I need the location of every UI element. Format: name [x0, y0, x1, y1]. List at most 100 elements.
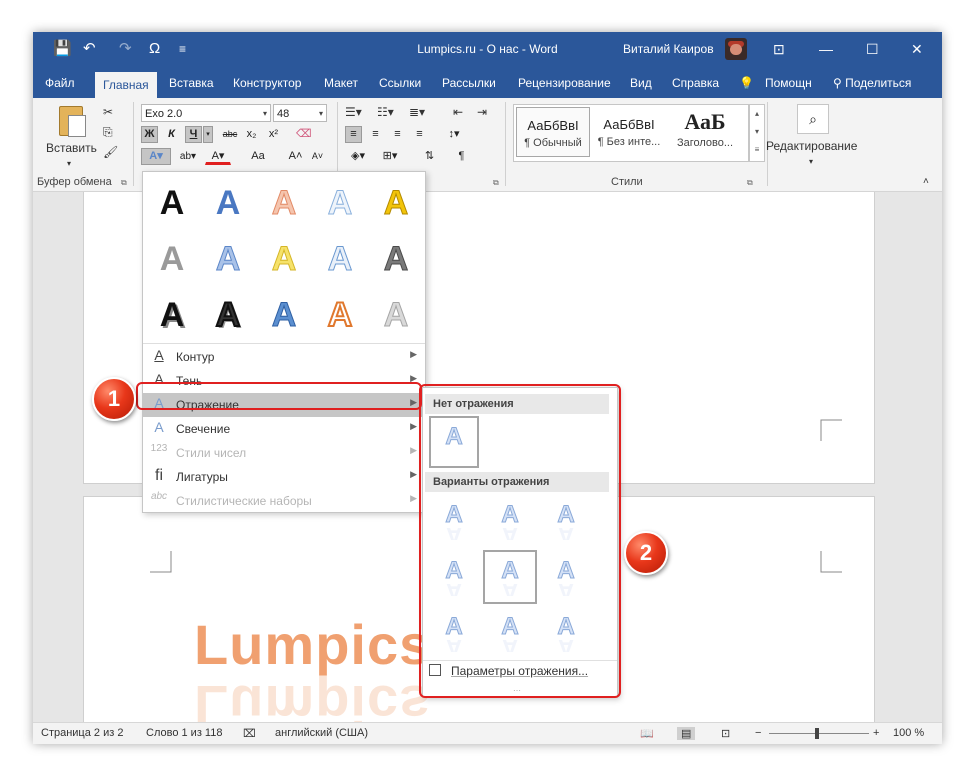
web-layout-icon[interactable]: ⊡	[721, 727, 730, 740]
multilevel-list-icon[interactable]: ≣▾	[409, 104, 425, 120]
font-name-combo[interactable]: Exo 2.0 ▾	[141, 104, 271, 122]
paste-label[interactable]: Вставить	[46, 140, 97, 156]
font-size-combo[interactable]: 48 ▾	[273, 104, 327, 122]
subscript-button[interactable]: x₂	[243, 126, 260, 143]
decrease-indent-icon[interactable]: ⇤	[453, 104, 463, 120]
editing-button[interactable]: Редактирование	[766, 138, 857, 154]
menu-item-outline[interactable]: A Контур ▶	[143, 345, 425, 369]
shrink-font-button[interactable]: A˅	[309, 148, 326, 165]
zoom-out-button[interactable]: −	[755, 727, 761, 739]
numbering-icon[interactable]: ☷▾	[377, 104, 394, 120]
tab-mailings[interactable]: Рассылки	[442, 76, 496, 90]
show-marks-icon[interactable]: ¶	[453, 148, 470, 165]
effect-preset[interactable]: A	[261, 292, 307, 338]
highlight-color-button[interactable]: ab▾	[175, 148, 201, 165]
tab-references[interactable]: Ссылки	[379, 76, 421, 90]
close-button[interactable]: ✕	[911, 41, 923, 57]
paste-chevron-icon[interactable]: ▾	[67, 156, 71, 172]
style-normal[interactable]: АаБбВвI ¶ Обычный	[516, 107, 590, 157]
editing-chevron-icon[interactable]: ▾	[809, 154, 813, 170]
effect-preset[interactable]: A	[149, 236, 195, 282]
menu-item-glow[interactable]: A Свечение ▶	[143, 417, 425, 441]
effect-preset[interactable]: A	[205, 180, 251, 226]
zoom-in-button[interactable]: +	[873, 727, 879, 739]
print-layout-icon[interactable]: ▤	[677, 727, 696, 740]
page-count[interactable]: Страница 2 из 2	[41, 727, 123, 739]
menu-item-label: Свечение	[176, 422, 231, 436]
bullets-icon[interactable]: ☰▾	[345, 104, 362, 120]
zoom-slider[interactable]	[769, 728, 869, 739]
effect-preset[interactable]: A	[205, 236, 251, 282]
align-center-button[interactable]: ≡	[367, 126, 384, 143]
zoom-slider-thumb[interactable]	[815, 728, 819, 739]
tab-file[interactable]: Файл	[45, 76, 75, 90]
search-icon[interactable]: ⌕	[797, 104, 829, 134]
grow-font-button[interactable]: A˄	[287, 148, 304, 165]
align-right-button[interactable]: ≡	[389, 126, 406, 143]
strikethrough-button[interactable]: abc	[219, 126, 241, 143]
change-case-button[interactable]: Aa	[243, 148, 273, 165]
copy-icon[interactable]: ⎘	[103, 124, 113, 140]
tab-help[interactable]: Справка	[672, 76, 719, 90]
justify-button[interactable]: ≡	[411, 126, 428, 143]
number-styles-icon: 123	[150, 443, 168, 454]
word-count[interactable]: Слово 1 из 118	[146, 727, 222, 739]
effect-preset[interactable]: A	[373, 180, 419, 226]
underline-chevron-icon[interactable]: ▾	[203, 126, 213, 143]
align-left-button[interactable]: ≡	[345, 126, 362, 143]
cut-icon[interactable]: ✂	[103, 104, 113, 120]
effect-preset[interactable]: A	[205, 292, 251, 338]
effect-preset[interactable]: A	[373, 236, 419, 282]
tab-insert[interactable]: Вставка	[169, 76, 214, 90]
avatar[interactable]	[725, 38, 747, 60]
tab-layout[interactable]: Макет	[324, 76, 358, 90]
effect-preset[interactable]: A	[149, 292, 195, 338]
increase-indent-icon[interactable]: ⇥	[477, 104, 487, 120]
effect-preset[interactable]: A	[317, 180, 363, 226]
sort-icon[interactable]: ⇅	[421, 148, 438, 165]
effect-preset[interactable]: A	[317, 236, 363, 282]
text-effects-button[interactable]: A▾	[141, 148, 171, 165]
language-indicator[interactable]: английский (США)	[275, 727, 368, 739]
lightbulb-icon[interactable]: 💡	[739, 76, 754, 90]
collapse-ribbon-icon[interactable]: ˄	[923, 174, 929, 190]
ribbon-display-icon[interactable]: ⊡	[773, 41, 785, 57]
tab-home[interactable]: Главная	[95, 72, 157, 98]
maximize-button[interactable]: ☐	[866, 41, 879, 57]
style-sample: АаБбВвI	[603, 117, 655, 132]
menu-item-ligatures[interactable]: fi Лигатуры ▶	[143, 465, 425, 489]
tab-tell-me[interactable]: Помощн	[765, 76, 812, 90]
paragraph-launcher-icon[interactable]: ⧉	[493, 178, 499, 188]
minimize-button[interactable]: —	[819, 41, 833, 57]
shading-button[interactable]: ◈▾	[345, 148, 371, 165]
styles-launcher-icon[interactable]: ⧉	[747, 178, 753, 188]
tab-review[interactable]: Рецензирование	[518, 76, 611, 90]
tab-view[interactable]: Вид	[630, 76, 652, 90]
underline-button[interactable]: Ч	[185, 126, 202, 143]
superscript-button[interactable]: x²	[265, 126, 282, 143]
style-no-spacing[interactable]: АаБбВвI ¶ Без инте...	[592, 107, 666, 157]
effect-preset[interactable]: A	[149, 180, 195, 226]
tab-design[interactable]: Конструктор	[233, 76, 301, 90]
italic-button[interactable]: К	[163, 126, 180, 143]
font-color-button[interactable]: A▾	[205, 148, 231, 165]
effect-preset[interactable]: A	[373, 292, 419, 338]
style-heading[interactable]: АаБ Заголово...	[668, 107, 742, 157]
effect-preset[interactable]: A	[261, 236, 307, 282]
line-spacing-button[interactable]: ↕▾	[441, 126, 467, 143]
format-painter-icon[interactable]: 🖌	[103, 144, 118, 160]
read-mode-icon[interactable]: 📖	[640, 727, 654, 740]
borders-button[interactable]: ⊞▾	[377, 148, 403, 165]
zoom-level[interactable]: 100 %	[893, 727, 924, 739]
clear-formatting-icon[interactable]: ⌫	[295, 126, 312, 143]
paste-button[interactable]	[51, 104, 91, 140]
bold-button[interactable]: Ж	[141, 126, 158, 143]
wordart-box[interactable]: Lumpics Lumpics	[194, 615, 444, 722]
share-button[interactable]: ⚲ Поделиться	[833, 76, 911, 90]
styles-scroll[interactable]: ▴ ▾ ≡	[749, 104, 765, 162]
effect-preset[interactable]: A	[317, 292, 363, 338]
user-name[interactable]: Виталий Каиров	[623, 42, 714, 56]
clipboard-launcher-icon[interactable]: ⧉	[121, 178, 127, 188]
proofing-icon[interactable]: ⌧	[243, 727, 256, 740]
effect-preset[interactable]: A	[261, 180, 307, 226]
